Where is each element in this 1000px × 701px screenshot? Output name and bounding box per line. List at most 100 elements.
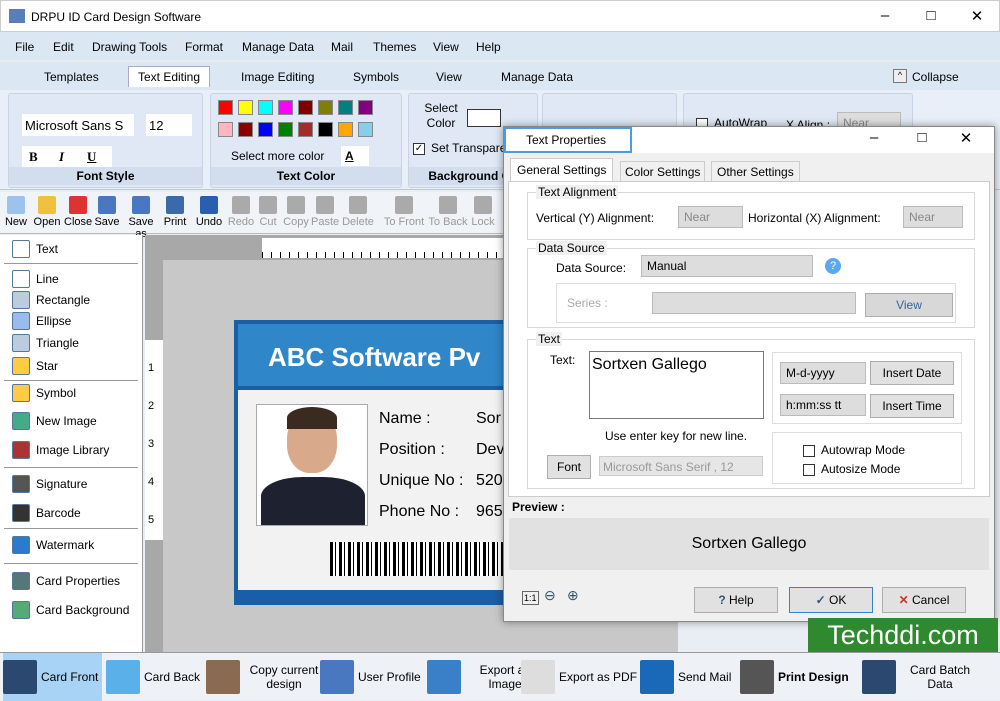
close-button[interactable]: ✕ [967, 7, 987, 25]
barcode[interactable] [330, 542, 505, 576]
tool-symbol[interactable]: Symbol [12, 383, 76, 403]
menu-edit[interactable]: Edit [53, 40, 74, 54]
color-swatch[interactable] [358, 122, 373, 137]
zoom-out-icon[interactable]: ⊖ [544, 587, 556, 604]
zoom-in-icon[interactable]: ⊕ [567, 587, 579, 604]
menu-themes[interactable]: Themes [373, 40, 416, 54]
color-swatch[interactable] [238, 100, 253, 115]
tab-text-editing[interactable]: Text Editing [128, 66, 211, 87]
tab-color-settings[interactable]: Color Settings [620, 161, 706, 183]
color-swatch[interactable] [318, 100, 333, 115]
maximize-button[interactable]: □ [921, 7, 941, 24]
autosize-mode-checkbox[interactable]: Autosize Mode [803, 462, 900, 476]
photo[interactable] [256, 404, 368, 526]
delete-button[interactable]: Delete [341, 196, 375, 228]
close-button[interactable]: Close [64, 196, 92, 228]
tool-line[interactable]: Line [12, 269, 59, 289]
menu-mail[interactable]: Mail [331, 40, 353, 54]
series-select[interactable] [652, 292, 856, 314]
open-button[interactable]: Open [32, 196, 62, 228]
card-field-value[interactable]: 965 [476, 503, 503, 521]
tool-star[interactable]: Star [12, 356, 58, 376]
menu-format[interactable]: Format [185, 40, 223, 54]
tool-signature[interactable]: Signature [12, 474, 87, 494]
tool-image-library[interactable]: Image Library [12, 440, 109, 460]
bottom-copy-current-design-button[interactable]: Copy current design [206, 653, 324, 701]
tool-barcode[interactable]: Barcode [12, 503, 81, 523]
dialog-maximize-button[interactable]: □ [912, 129, 932, 146]
menu-manage-data[interactable]: Manage Data [242, 40, 314, 54]
font-name-select[interactable]: Microsoft Sans S [22, 114, 134, 136]
print-button[interactable]: Print [162, 196, 188, 228]
insert-time-button[interactable]: Insert Time [870, 394, 954, 418]
card-field-value[interactable]: Sor [476, 410, 501, 428]
color-swatch[interactable] [278, 122, 293, 137]
tool-watermark[interactable]: Watermark [12, 535, 94, 555]
to-back-button[interactable]: To Back [428, 196, 468, 228]
tab-view[interactable]: View [436, 70, 462, 84]
bottom-send-mail-button[interactable]: Send Mail [640, 653, 731, 701]
color-swatch[interactable] [318, 122, 333, 137]
undo-button[interactable]: Undo [194, 196, 224, 228]
data-source-select[interactable]: Manual [641, 255, 813, 277]
dialog-minimize-button[interactable]: – [864, 129, 884, 146]
tool-rectangle[interactable]: Rectangle [12, 290, 90, 310]
cancel-button[interactable]: ✕ Cancel [882, 587, 966, 613]
menu-drawing-tools[interactable]: Drawing Tools [92, 40, 167, 54]
tool-ellipse[interactable]: Ellipse [12, 311, 71, 331]
view-button[interactable]: View [865, 293, 953, 317]
bottom-print-design-button[interactable]: Print Design [740, 653, 849, 701]
background-color-picker[interactable] [467, 109, 501, 127]
tab-templates[interactable]: Templates [44, 70, 99, 84]
tab-symbols[interactable]: Symbols [353, 70, 399, 84]
tool-card-background[interactable]: Card Background [12, 600, 129, 620]
paste-button[interactable]: Paste [311, 196, 339, 228]
bottom-user-profile-button[interactable]: User Profile [320, 653, 421, 701]
font-size-select[interactable]: 12 [146, 114, 192, 136]
bottom-export-as-pdf-button[interactable]: Export as PDF [521, 653, 637, 701]
autowrap-mode-checkbox[interactable]: Autowrap Mode [803, 443, 905, 457]
italic-button[interactable]: I [59, 149, 64, 165]
bottom-card-batch-data-button[interactable]: Card Batch Data [862, 653, 980, 701]
copy-button[interactable]: Copy [282, 196, 310, 228]
color-swatch[interactable] [298, 122, 313, 137]
tool-text[interactable]: Text [12, 239, 58, 259]
new-button[interactable]: New [3, 196, 29, 228]
color-swatch[interactable] [338, 122, 353, 137]
color-swatch[interactable] [218, 100, 233, 115]
tab-manage-data[interactable]: Manage Data [501, 70, 573, 84]
color-swatch[interactable] [358, 100, 373, 115]
lock-button[interactable]: Lock [470, 196, 496, 228]
color-swatch[interactable] [338, 100, 353, 115]
insert-date-button[interactable]: Insert Date [870, 361, 954, 385]
tab-image-editing[interactable]: Image Editing [241, 70, 314, 84]
color-swatch[interactable] [238, 122, 253, 137]
dialog-close-button[interactable]: ✕ [956, 129, 976, 147]
ok-button[interactable]: ✓ OK [789, 587, 873, 613]
menu-view[interactable]: View [433, 40, 459, 54]
time-format-select[interactable]: h:mm:ss tt [780, 394, 866, 416]
set-transparent-checkbox[interactable]: ✓ Set Transparent [413, 141, 516, 155]
zoom-reset-button[interactable]: 1:1 [522, 591, 539, 605]
tool-triangle[interactable]: Triangle [12, 333, 79, 353]
tab-general-settings[interactable]: General Settings [510, 158, 614, 181]
bottom-card-front-button[interactable]: Card Front [3, 653, 103, 701]
bottom-card-back-button[interactable]: Card Back [106, 653, 200, 701]
tab-other-settings[interactable]: Other Settings [711, 161, 800, 183]
font-button[interactable]: Font [547, 455, 591, 479]
text-input[interactable]: Sortxen Gallego [589, 351, 764, 419]
font-color-button[interactable]: A [341, 146, 369, 166]
color-swatch[interactable] [258, 100, 273, 115]
collapse-icon[interactable]: ^ [893, 69, 907, 83]
tool-card-properties[interactable]: Card Properties [12, 571, 120, 591]
to-front-button[interactable]: To Front [381, 196, 427, 228]
color-swatch[interactable] [298, 100, 313, 115]
horizontal-alignment-select[interactable]: Near [903, 206, 963, 228]
minimize-button[interactable]: – [875, 7, 895, 24]
menu-help[interactable]: Help [476, 40, 501, 54]
date-format-select[interactable]: M-d-yyyy [780, 362, 866, 384]
card-field-value[interactable]: 520 [476, 472, 503, 490]
bold-button[interactable]: B [29, 149, 38, 165]
menu-file[interactable]: File [15, 40, 34, 54]
tool-new-image[interactable]: New Image [12, 411, 97, 431]
